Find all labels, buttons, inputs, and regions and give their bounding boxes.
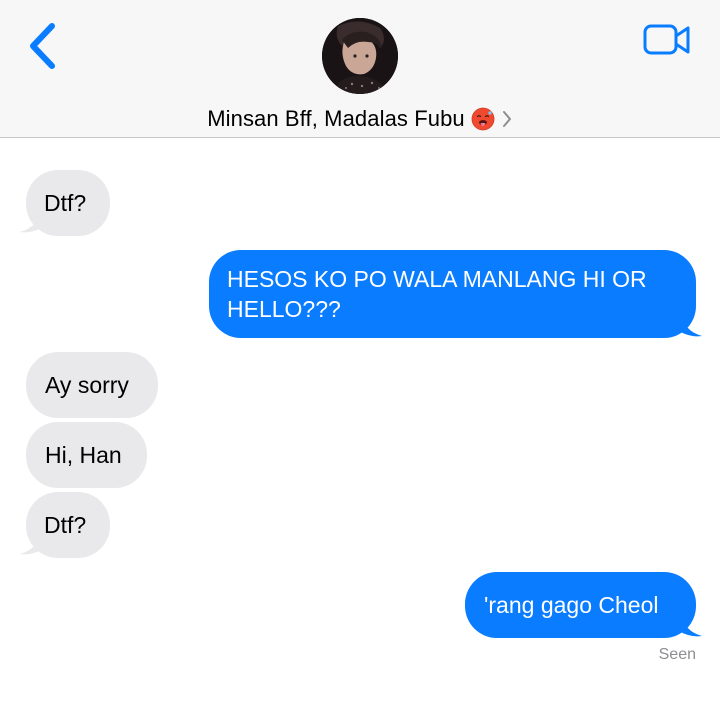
message-bubble-outgoing[interactable]: HESOS KO PO WALA MANLANG HI OR HELLO??? (209, 250, 696, 338)
hot-face-emoji-icon (471, 107, 495, 131)
back-button[interactable] (22, 22, 62, 70)
message-text: Dtf? (44, 512, 87, 538)
message-text: Ay sorry (45, 372, 129, 398)
message-text: HESOS KO PO WALA MANLANG HI OR HELLO??? (227, 266, 647, 322)
message-text: Hi, Han (45, 442, 122, 468)
message-text: Dtf? (44, 190, 87, 216)
message-text: 'rang gago Cheol (484, 592, 659, 618)
message-bubble-outgoing[interactable]: 'rang gago Cheol (465, 572, 696, 638)
read-receipt: Seen (658, 646, 696, 663)
message-bubble-incoming[interactable]: Hi, Han (26, 422, 147, 488)
contact-photo (322, 18, 398, 94)
contact-name-row[interactable]: Minsan Bff, Madalas Fubu (0, 104, 720, 134)
video-camera-icon (643, 24, 690, 55)
contact-name: Minsan Bff, Madalas Fubu (207, 106, 465, 131)
chevron-right-icon (502, 111, 511, 127)
messages-screen: Minsan Bff, Madalas Fubu Dtf? HESOS KO P… (0, 0, 720, 720)
avatar[interactable] (322, 18, 398, 94)
conversation-header: Minsan Bff, Madalas Fubu (0, 0, 720, 138)
message-bubble-incoming[interactable]: Ay sorry (26, 352, 158, 418)
message-bubble-incoming[interactable]: Dtf? (26, 492, 110, 558)
message-bubble-incoming[interactable]: Dtf? (26, 170, 110, 236)
facetime-video-button[interactable] (642, 22, 692, 58)
chevron-left-icon (30, 23, 55, 69)
